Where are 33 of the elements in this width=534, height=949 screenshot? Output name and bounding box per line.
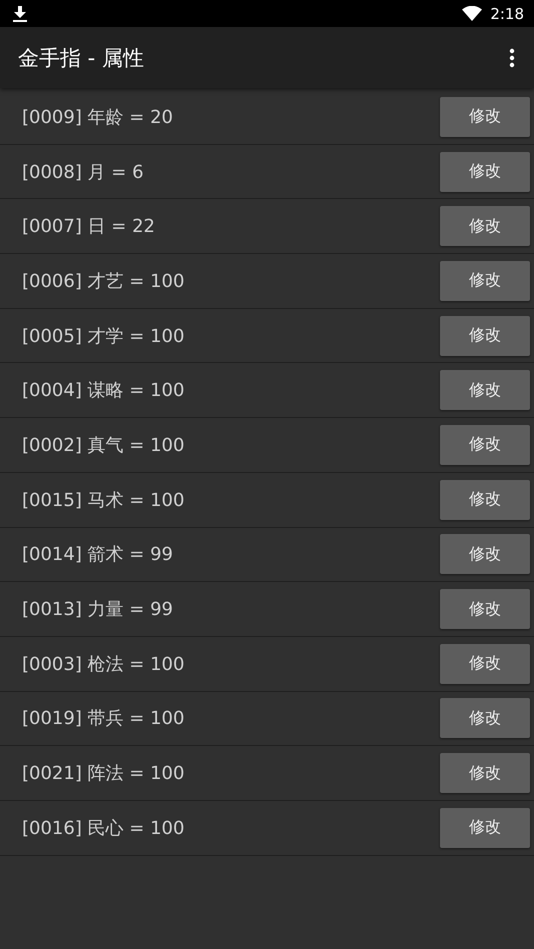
edit-button[interactable]: 修改 — [440, 753, 530, 794]
edit-button[interactable]: 修改 — [440, 96, 530, 137]
edit-button[interactable]: 修改 — [440, 206, 530, 246]
status-time: 2:18 — [490, 4, 524, 22]
attribute-label: [0019] 带兵 = 100 — [22, 707, 184, 730]
app-title: 金手指 - 属性 — [18, 44, 144, 72]
edit-button[interactable]: 修改 — [440, 534, 530, 574]
attribute-label: [0004] 谋略 = 100 — [22, 379, 184, 402]
attribute-label: [0016] 民心 = 100 — [22, 816, 184, 840]
attribute-label: [0006] 才艺 = 100 — [22, 270, 184, 293]
edit-button[interactable]: 修改 — [440, 808, 530, 848]
attribute-label: [0002] 真气 = 100 — [22, 434, 184, 457]
attribute-label: [0005] 才学 = 100 — [22, 324, 184, 348]
attribute-label: [0003] 枪法 = 100 — [22, 652, 184, 676]
attribute-label: [0007] 日 = 22 — [22, 215, 156, 238]
attribute-label: [0015] 马术 = 100 — [22, 488, 184, 512]
edit-button[interactable]: 修改 — [440, 480, 530, 520]
edit-button[interactable]: 修改 — [440, 260, 530, 301]
edit-button[interactable]: 修改 — [440, 424, 530, 465]
more-options-icon[interactable] — [509, 48, 515, 68]
edit-button[interactable]: 修改 — [440, 698, 530, 738]
edit-button[interactable]: 修改 — [440, 152, 530, 192]
edit-button[interactable]: 修改 — [440, 644, 530, 684]
attribute-label: [0013] 力量 = 99 — [22, 598, 174, 622]
download-icon — [13, 6, 27, 22]
edit-button[interactable]: 修改 — [440, 589, 530, 630]
wifi-icon — [462, 6, 482, 21]
edit-button[interactable]: 修改 — [440, 370, 530, 410]
attribute-label: [0008] 月 = 6 — [22, 160, 144, 184]
attribute-label: [0009] 年龄 = 20 — [22, 106, 174, 129]
attribute-label: [0014] 箭术 = 99 — [22, 543, 174, 566]
attribute-label: [0021] 阵法 = 100 — [22, 762, 184, 786]
edit-button[interactable]: 修改 — [440, 316, 530, 356]
